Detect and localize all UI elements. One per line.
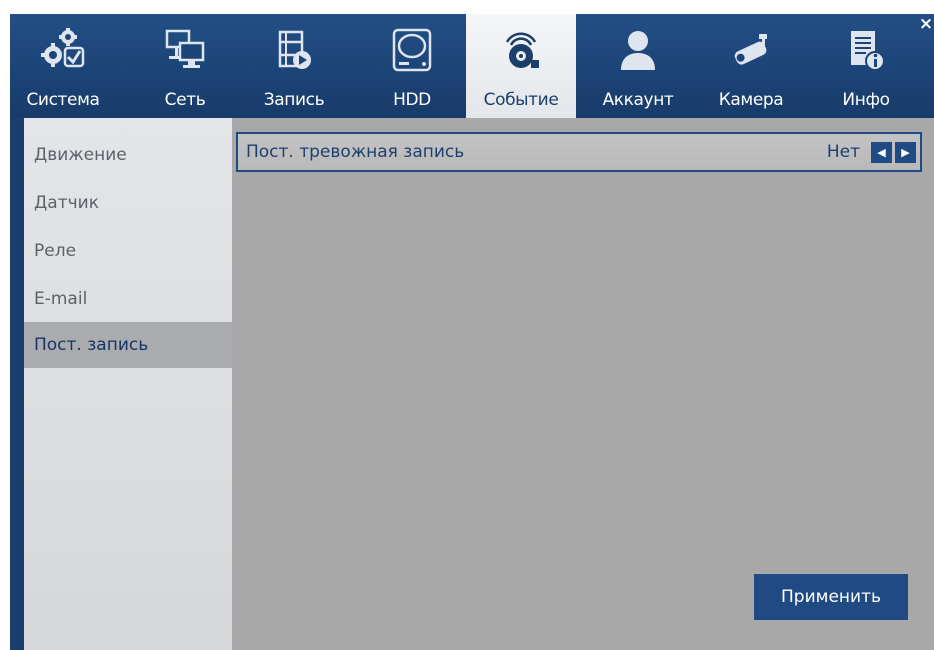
- apply-button[interactable]: Применить: [754, 574, 908, 620]
- sidebar-item-sensor[interactable]: Датчик: [24, 180, 232, 226]
- setting-row: Пост. тревожная запись Нет ◀ ▶: [236, 132, 922, 172]
- sidebar-item-motion[interactable]: Движение: [24, 132, 232, 178]
- event-alarm-icon: [499, 28, 543, 72]
- next-option-button[interactable]: ▶: [895, 142, 916, 163]
- tab-account[interactable]: Аккаунт: [586, 14, 690, 118]
- tab-hdd[interactable]: HDD: [370, 14, 454, 118]
- tab-camera[interactable]: Камера: [702, 14, 800, 118]
- tab-system[interactable]: Система: [18, 14, 108, 118]
- settings-window: Система Сеть Запись HDD Событие Аккаунт …: [10, 14, 934, 650]
- hard-drive-icon: [390, 28, 434, 72]
- tab-info[interactable]: Инфо: [818, 14, 914, 118]
- sidebar-item-relay[interactable]: Реле: [24, 228, 232, 274]
- sidebar-menu: Движение Датчик Реле E-mail Пост. запись: [24, 118, 232, 650]
- tab-label: Инфо: [842, 90, 890, 110]
- tab-event[interactable]: Событие: [466, 14, 576, 118]
- tab-network[interactable]: Сеть: [148, 14, 222, 118]
- user-account-icon: [616, 28, 660, 72]
- tab-label: Сеть: [164, 90, 206, 110]
- content-panel: Пост. тревожная запись Нет ◀ ▶ Применить: [232, 118, 934, 650]
- sidebar-item-email[interactable]: E-mail: [24, 276, 232, 322]
- tab-label: HDD: [393, 90, 431, 110]
- tab-label: Камера: [718, 90, 784, 110]
- camera-icon: [729, 28, 773, 72]
- setting-label: Пост. тревожная запись: [246, 142, 465, 162]
- close-icon[interactable]: ×: [918, 14, 934, 36]
- info-document-icon: [844, 28, 888, 72]
- top-tab-bar: Система Сеть Запись HDD Событие Аккаунт …: [10, 14, 934, 118]
- tab-label: Запись: [263, 90, 325, 110]
- tab-label: Аккаунт: [602, 90, 674, 110]
- tab-record[interactable]: Запись: [246, 14, 342, 118]
- tab-label: Событие: [483, 90, 559, 110]
- tab-label: Система: [26, 90, 100, 110]
- network-monitors-icon: [163, 28, 207, 72]
- sidebar-item-continuous-record[interactable]: Пост. запись: [24, 322, 232, 368]
- setting-value: Нет: [826, 142, 860, 162]
- gears-check-icon: [41, 28, 85, 72]
- film-record-icon: [272, 28, 316, 72]
- prev-option-button[interactable]: ◀: [871, 142, 892, 163]
